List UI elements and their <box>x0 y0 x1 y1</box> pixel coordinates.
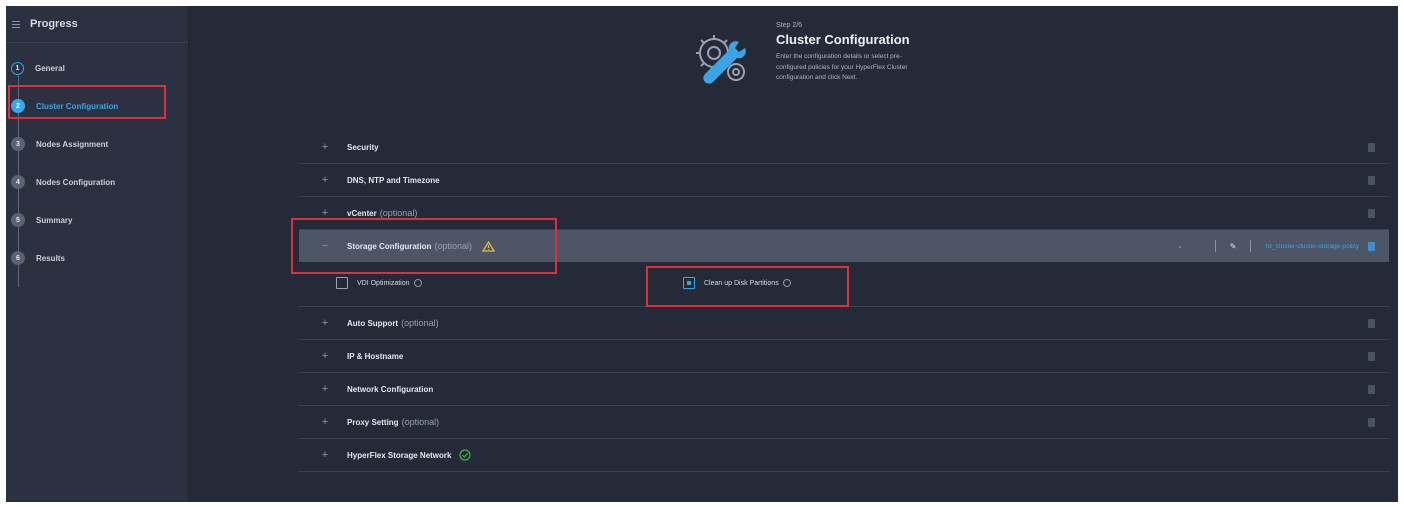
sidebar-header: Progress <box>6 6 188 43</box>
highlight-cluster-configuration <box>8 85 166 119</box>
info-icon[interactable] <box>413 279 422 287</box>
pencil-icon[interactable]: ✎ <box>1230 242 1237 251</box>
step-label: Results <box>36 253 65 263</box>
app-frame: Progress 1 General 2 Cluster Configurati… <box>6 6 1398 502</box>
trash-icon[interactable] <box>1368 385 1375 394</box>
section-label: DNS, NTP and Timezone <box>347 175 440 185</box>
trash-icon[interactable] <box>1368 352 1375 361</box>
storage-policy-controls: ⌄ ✎ hx_cluster-cluster-storage-policy <box>1177 230 1359 262</box>
description-line: Enter the configuration details or selec… <box>776 53 902 60</box>
menu-icon[interactable] <box>12 19 20 30</box>
section-label: HyperFlex Storage Network <box>347 450 452 460</box>
gear-wrench-icon <box>696 35 746 84</box>
option-label: VDI Optimization <box>357 279 410 287</box>
chevron-down-icon[interactable]: ⌄ <box>1177 242 1183 250</box>
section-security[interactable]: + Security <box>299 131 1389 164</box>
step-general[interactable]: 1 General <box>6 49 188 87</box>
section-label: Security <box>347 142 379 152</box>
trash-icon[interactable] <box>1368 242 1375 251</box>
step-results[interactable]: 6 Results <box>6 239 188 277</box>
trash-icon[interactable] <box>1368 319 1375 328</box>
step-number: 6 <box>11 251 25 265</box>
optional-tag: (optional) <box>379 208 418 218</box>
storage-policy-link[interactable]: hx_cluster-cluster-storage-policy <box>1265 243 1359 250</box>
page-header: Step 2/6 Cluster Configuration Enter the… <box>776 22 986 84</box>
trash-icon[interactable] <box>1368 209 1375 218</box>
step-label: Nodes Configuration <box>36 177 116 187</box>
optional-tag: (optional) <box>401 417 440 427</box>
description-line: configured policies for your HyperFlex C… <box>776 63 908 71</box>
expand-icon[interactable]: + <box>319 350 331 362</box>
step-summary[interactable]: 5 Summary <box>6 201 188 239</box>
section-label: Network Configuration <box>347 384 434 394</box>
page-title: Cluster Configuration <box>776 32 910 47</box>
check-circle-icon <box>459 449 472 461</box>
expand-icon[interactable]: + <box>319 174 331 186</box>
section-label: IP & Hostname <box>347 351 404 361</box>
expand-icon[interactable]: + <box>319 449 331 461</box>
trash-icon[interactable] <box>1368 418 1375 427</box>
divider <box>1214 240 1216 252</box>
page-description: Enter the configuration details or selec… <box>776 52 986 84</box>
trash-icon[interactable] <box>1368 143 1375 152</box>
divider <box>1250 240 1252 252</box>
step-label: Nodes Assignment <box>36 139 109 149</box>
section-network-configuration[interactable]: + Network Configuration <box>299 373 1389 406</box>
section-label: Auto Support <box>347 318 399 328</box>
trash-icon[interactable] <box>1368 176 1375 185</box>
expand-icon[interactable]: + <box>319 416 331 428</box>
highlight-clean-up-disk-partitions <box>646 266 849 307</box>
sidebar-title: Progress <box>30 18 78 30</box>
section-proxy-setting[interactable]: + Proxy Setting (optional) <box>299 406 1389 439</box>
description-line: configuration and click Next. <box>776 74 858 81</box>
step-indicator: Step 2/6 <box>776 22 803 29</box>
highlight-storage-configuration <box>291 218 557 274</box>
section-hyperflex-storage-network[interactable]: + HyperFlex Storage Network <box>299 439 1389 472</box>
step-label: General <box>35 63 65 73</box>
step-number: 4 <box>11 175 25 189</box>
section-auto-support[interactable]: + Auto Support (optional) <box>299 307 1389 340</box>
progress-sidebar: Progress 1 General 2 Cluster Configurati… <box>6 6 189 502</box>
section-ip-hostname[interactable]: + IP & Hostname <box>299 340 1389 373</box>
expand-icon[interactable]: + <box>319 383 331 395</box>
step-number: 3 <box>11 137 25 151</box>
section-label: Proxy Setting <box>347 417 399 427</box>
section-label: vCenter <box>347 208 377 218</box>
step-list: 1 General 2 Cluster Configuration 3 Node… <box>6 43 188 287</box>
step-number: 5 <box>11 213 25 227</box>
step-number: 1 <box>11 61 24 75</box>
step-nodes-configuration[interactable]: 4 Nodes Configuration <box>6 163 188 201</box>
step-label: Summary <box>36 215 73 225</box>
vdi-optimization-option[interactable]: VDI Optimization <box>336 277 422 289</box>
optional-tag: (optional) <box>401 318 439 328</box>
expand-icon[interactable]: + <box>319 317 331 329</box>
vdi-optimization-checkbox[interactable] <box>336 277 348 289</box>
section-dns-ntp-timezone[interactable]: + DNS, NTP and Timezone <box>299 164 1389 197</box>
step-nodes-assignment[interactable]: 3 Nodes Assignment <box>6 125 188 163</box>
expand-icon[interactable]: + <box>319 141 331 153</box>
step-number: 2 <box>11 99 25 113</box>
